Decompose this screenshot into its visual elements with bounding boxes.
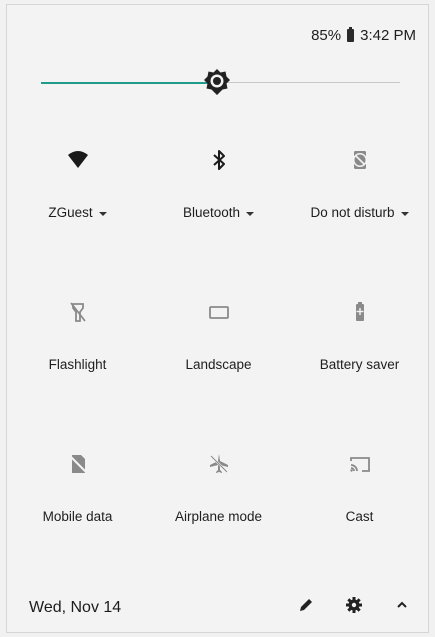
battery-percentage: 85% [311, 27, 342, 44]
tile-cast[interactable]: Cast [289, 427, 430, 547]
tile-flashlight[interactable]: Flashlight [7, 275, 148, 395]
brightness-thumb[interactable] [202, 67, 232, 97]
tile-label[interactable]: Mobile data [43, 509, 113, 524]
airplane-mode-icon [207, 427, 231, 481]
tile-label-text: Bluetooth [182, 205, 241, 220]
tile-battery-saver[interactable]: Battery saver [289, 275, 430, 395]
tile-zguest[interactable]: ZGuest [7, 123, 148, 243]
tile-label-text: ZGuest [48, 205, 93, 220]
tile-label[interactable]: Flashlight [49, 357, 107, 372]
tile-label[interactable]: ZGuest [48, 205, 107, 220]
flashlight-off-icon [66, 275, 90, 329]
tile-label-text: Airplane mode [174, 509, 263, 524]
tile-label-text: Landscape [185, 357, 252, 372]
quick-settings-panel: 85% 3:42 PM ZGuest Bluetooth Do not distur… [6, 4, 429, 633]
footer-bar: Wed, Nov 14 [7, 585, 430, 630]
tile-landscape[interactable]: Landscape [148, 275, 289, 395]
gear-icon [346, 597, 362, 613]
tile-airplane-mode[interactable]: Airplane mode [148, 427, 289, 547]
dropdown-caret-icon[interactable] [246, 211, 255, 216]
dropdown-caret-icon[interactable] [98, 211, 107, 216]
status-bar: 85% 3:42 PM [311, 27, 416, 44]
tile-bluetooth[interactable]: Bluetooth [148, 123, 289, 243]
brightness-icon [203, 69, 230, 95]
edit-button[interactable] [296, 595, 316, 620]
battery-icon [347, 27, 355, 42]
tile-label[interactable]: Airplane mode [175, 509, 262, 524]
tile-label-text: Mobile data [42, 509, 113, 524]
brightness-slider[interactable] [41, 69, 400, 95]
tile-mobile-data[interactable]: Mobile data [7, 427, 148, 547]
tile-do-not-disturb[interactable]: Do not disturb [289, 123, 430, 243]
cast-icon [348, 427, 372, 481]
tile-label[interactable]: Bluetooth [182, 205, 255, 220]
collapse-button[interactable] [392, 595, 412, 620]
landscape-icon [207, 275, 231, 329]
mobile-data-off-icon [66, 427, 90, 481]
clock: 3:42 PM [360, 27, 416, 44]
settings-button[interactable] [344, 595, 364, 620]
tile-label[interactable]: Do not disturb [310, 205, 409, 220]
date-label: Wed, Nov 14 [29, 598, 122, 616]
brightness-fill [41, 81, 217, 84]
tile-label[interactable]: Battery saver [320, 357, 400, 372]
wifi-icon [66, 123, 90, 177]
battery-saver-icon [348, 275, 372, 329]
bluetooth-icon [207, 123, 231, 177]
tile-label[interactable]: Landscape [185, 357, 251, 372]
tile-label-text: Cast [345, 509, 374, 524]
do-not-disturb-icon [348, 123, 372, 177]
tile-label-text: Do not disturb [310, 205, 395, 220]
tile-label[interactable]: Cast [346, 509, 374, 524]
dropdown-caret-icon[interactable] [400, 211, 409, 216]
tile-label-text: Flashlight [48, 357, 107, 372]
chevron-up-icon [397, 601, 407, 608]
tile-label-text: Battery saver [319, 357, 400, 372]
pencil-icon [300, 599, 312, 611]
